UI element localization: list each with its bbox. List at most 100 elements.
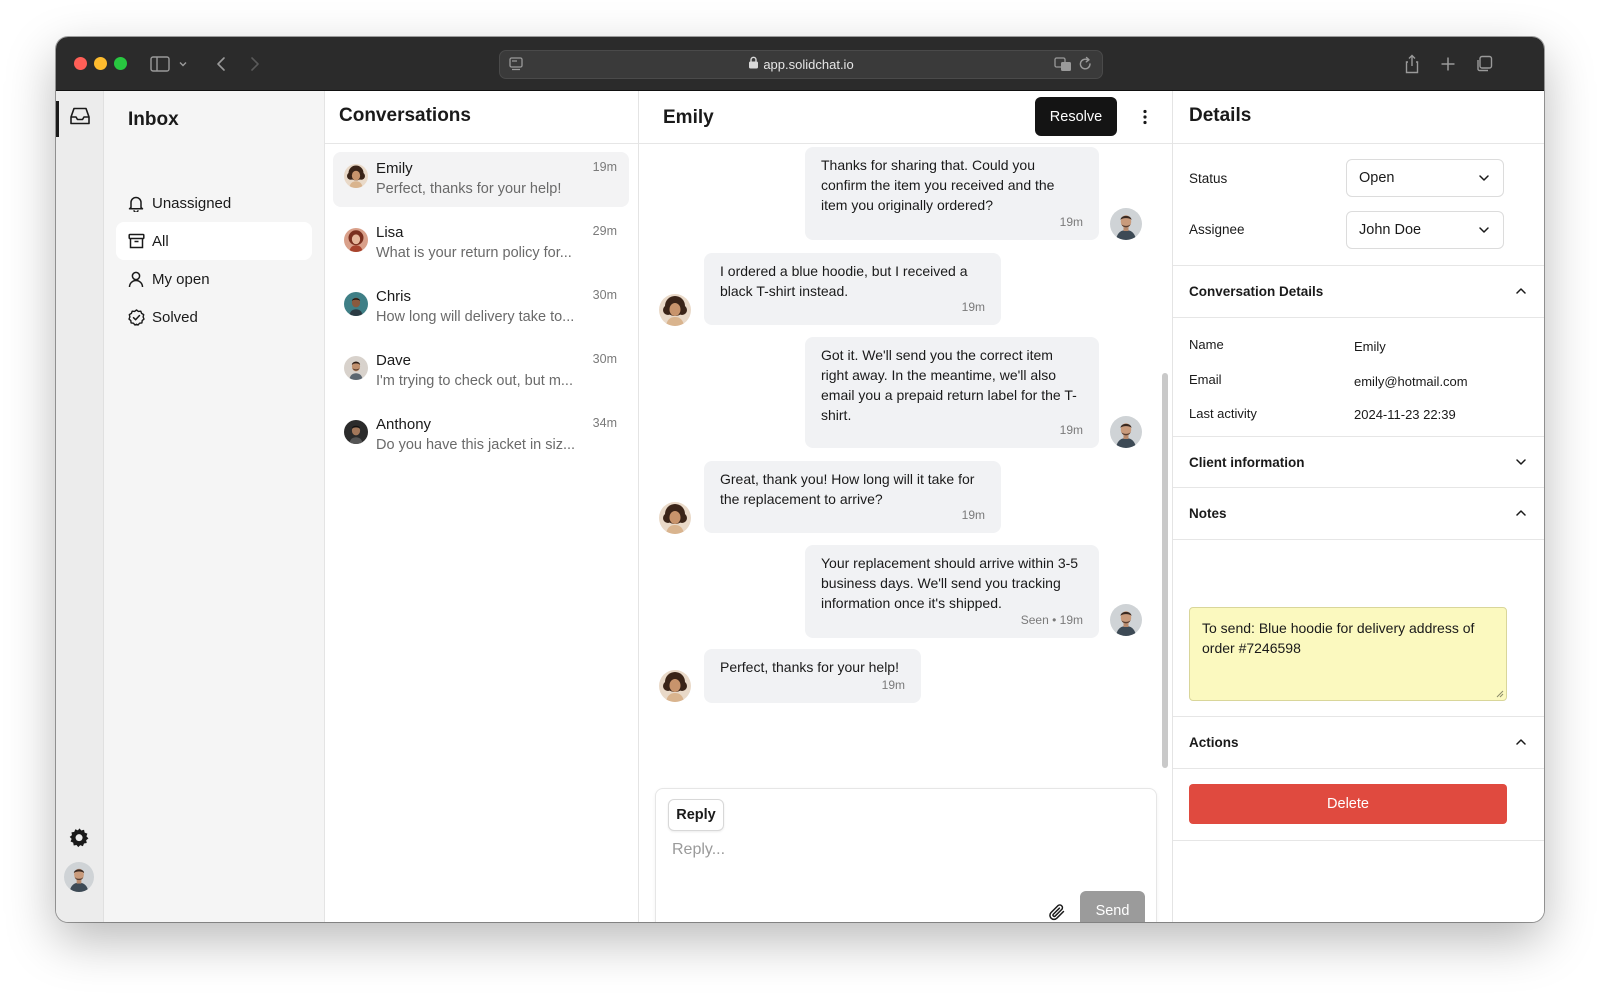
gear-icon[interactable] [69,827,90,853]
name-value: Emily [1354,339,1386,354]
message-bubble-customer: Perfect, thanks for your help! 19m [704,649,921,703]
chevron-up-icon [1514,506,1528,520]
chat-header: Emily Resolve [639,91,1172,144]
reply-input[interactable] [672,837,1132,863]
translate-icon[interactable] [1054,56,1072,77]
chat-pane: Emily Resolve Thanks for sharing that. C… [639,91,1173,922]
chevron-down-icon [1514,455,1528,469]
conversation-preview: What is your return policy for... [376,245,572,261]
sidebar-toggle-icon[interactable] [148,52,172,76]
divider [1173,768,1544,769]
email-value: emily@hotmail.com [1354,374,1468,389]
notes-toggle[interactable]: Notes [1173,488,1544,539]
back-arrow-icon[interactable] [209,52,233,76]
page-menu-icon[interactable] [508,56,524,77]
conversation-preview: How long will delivery take to... [376,309,575,325]
conversation-preview: Do you have this jacket in siz... [376,437,576,453]
chevron-down-icon [1477,171,1491,185]
conversation-item-anthony[interactable]: Anthony 34m Do you have this jacket in s… [333,408,629,463]
share-icon[interactable] [1400,52,1424,76]
message-bubble-agent: Got it. We'll send you the correct item … [805,337,1099,448]
app-rail [56,91,104,922]
browser-window: app.solidchat.io Inbox Unassigned All My… [56,37,1544,922]
message-time: 19m [881,678,905,692]
chevron-down-icon [1477,223,1491,237]
address-bar[interactable]: app.solidchat.io [499,50,1103,79]
customer-avatar [659,502,691,534]
conversation-name: Dave [376,352,412,369]
divider [1173,840,1544,841]
minimize-window-button[interactable] [94,57,107,70]
resize-handle-icon[interactable] [1495,689,1504,698]
send-button[interactable]: Send [1080,891,1145,922]
assignee-value: John Doe [1359,222,1422,238]
avatar [344,420,368,444]
sidebar-item-label: All [152,232,169,250]
assignee-select[interactable]: John Doe [1346,211,1504,249]
message-bubble-customer: Great, thank you! How long will it take … [704,461,1001,533]
last-activity-label: Last activity [1189,406,1257,421]
sidebar-item-my-open[interactable]: My open [116,260,312,298]
chat-scrollbar[interactable] [1162,373,1168,768]
avatar [344,292,368,316]
conversation-time: 30m [592,352,617,366]
conversation-item-chris[interactable]: Chris 30m How long will delivery take to… [333,280,629,335]
client-information-toggle[interactable]: Client information [1173,437,1544,487]
conversation-name: Lisa [376,224,404,241]
conversation-item-dave[interactable]: Dave 30m I'm trying to check out, but m.… [333,344,629,399]
message-seen-time: Seen • 19m [1020,613,1083,627]
message-time: 19m [961,508,985,522]
conversation-item-emily[interactable]: Emily 19m Perfect, thanks for your help! [333,152,629,207]
sidebar-item-solved[interactable]: Solved [116,298,312,336]
archive-box-icon [127,232,145,250]
new-tab-icon[interactable] [1436,52,1460,76]
sidebar-item-all[interactable]: All [116,222,312,260]
resolve-button[interactable]: Resolve [1035,97,1117,136]
status-label: Status [1189,171,1228,186]
conversation-list-header: Conversations [325,91,638,144]
status-value: Open [1359,170,1395,186]
message-time: 19m [1059,215,1083,229]
conversation-item-lisa[interactable]: Lisa 29m What is your return policy for.… [333,216,629,271]
details-panel: Details Status Open Assignee John Doe Co… [1173,91,1544,922]
url-text: app.solidchat.io [763,57,854,72]
message-bubble-agent: Thanks for sharing that. Could you confi… [805,147,1099,240]
notes-text: To send: Blue hoodie for delivery addres… [1202,620,1475,656]
message-text: Your replacement should arrive within 3-… [821,555,1079,611]
reload-icon[interactable] [1078,56,1093,77]
conversation-time: 29m [592,224,617,238]
tab-overview-icon[interactable] [1472,52,1496,76]
assignee-label: Assignee [1189,222,1245,237]
close-window-button[interactable] [74,57,87,70]
divider [1173,143,1544,144]
maximize-window-button[interactable] [114,57,127,70]
inbox-sidebar: Inbox Unassigned All My open Solved [104,91,325,922]
check-circle-icon [127,308,145,326]
message-bubble-customer: I ordered a blue hoodie, but I received … [704,253,1001,325]
name-label: Name [1189,337,1224,352]
bell-icon [127,194,145,212]
notes-textarea[interactable]: To send: Blue hoodie for delivery addres… [1189,607,1507,701]
delete-button[interactable]: Delete [1189,784,1507,824]
inbox-tray-icon[interactable] [69,106,91,131]
inbox-title: Inbox [128,109,179,130]
current-user-avatar[interactable] [64,862,94,892]
lock-icon [748,56,759,74]
client-information-title: Client information [1189,455,1305,470]
more-options-icon[interactable] [1135,107,1155,127]
message-text: Perfect, thanks for your help! [720,659,899,675]
paperclip-icon[interactable] [1046,901,1068,922]
conversation-name: Chris [376,288,412,305]
status-select[interactable]: Open [1346,159,1504,197]
tab-reply[interactable]: Reply [668,799,724,831]
chat-title: Emily [663,107,714,128]
forward-arrow-icon[interactable] [243,52,267,76]
sidebar-item-label: Solved [152,308,198,326]
agent-avatar [1110,416,1142,448]
message-time: 19m [961,300,985,314]
conversation-details-toggle[interactable]: Conversation Details [1173,266,1544,317]
sidebar-item-unassigned[interactable]: Unassigned [116,184,312,222]
conversation-name: Anthony [376,416,432,433]
chevron-down-icon[interactable] [176,52,190,76]
actions-toggle[interactable]: Actions [1173,717,1544,768]
